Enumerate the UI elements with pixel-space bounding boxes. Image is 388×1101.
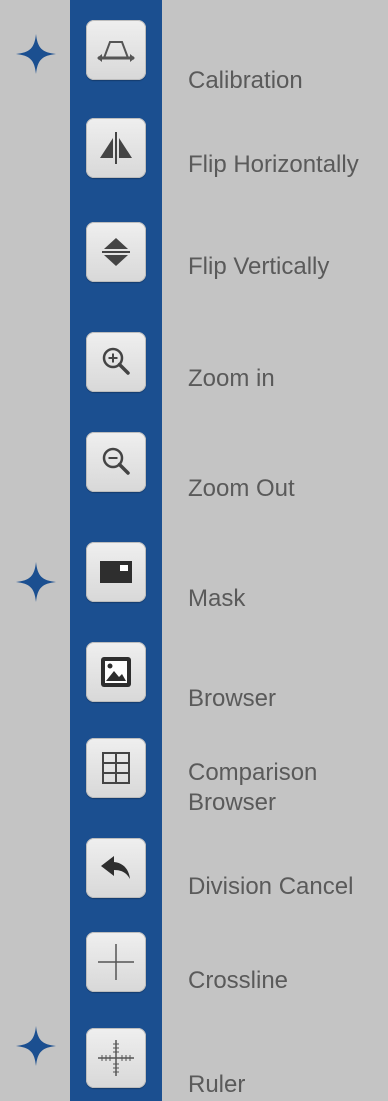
tool-button[interactable] <box>86 542 146 602</box>
calibration-icon <box>94 28 138 72</box>
undo-arrow-icon <box>94 846 138 890</box>
image-browser-icon <box>94 650 138 694</box>
tool-button[interactable] <box>86 932 146 992</box>
tool-row: Crossline <box>0 932 388 1012</box>
tool-button[interactable] <box>86 332 146 392</box>
star-marker-icon <box>14 560 58 604</box>
tool-row: Division Cancel <box>0 838 388 918</box>
tool-button[interactable] <box>86 20 146 80</box>
tool-button[interactable] <box>86 642 146 702</box>
flip-horizontal-icon <box>94 126 138 170</box>
tool-row: Mask <box>0 542 388 622</box>
tool-label: Comparison Browser <box>188 759 318 816</box>
tool-label: Calibration <box>188 67 303 94</box>
tool-row: Zoom in <box>0 322 388 402</box>
tool-row: Browser <box>0 642 388 722</box>
tool-label: Division Cancel <box>188 873 354 900</box>
crossline-icon <box>94 940 138 984</box>
tool-button[interactable] <box>86 1028 146 1088</box>
tool-label: Crossline <box>188 967 289 994</box>
tool-label: Zoom in <box>188 365 275 392</box>
flip-vertical-icon <box>94 230 138 274</box>
tool-label: Flip Vertically <box>188 253 330 280</box>
tool-row: Flip Horizontally <box>0 112 388 192</box>
tool-row: Calibration <box>0 12 388 94</box>
tool-row: Flip Vertically <box>0 222 388 302</box>
tool-button[interactable] <box>86 222 146 282</box>
zoom-out-icon <box>94 440 138 484</box>
tool-label: Flip Horizontally <box>188 151 359 178</box>
mask-icon <box>94 550 138 594</box>
tool-label: Browser <box>188 685 277 712</box>
tool-legend-panel: Calibration Flip Horizontally Flip Vertica… <box>0 0 388 1101</box>
tool-row: Ruler <box>0 1022 388 1101</box>
grid-compare-icon <box>94 746 138 790</box>
star-marker-icon <box>14 32 58 76</box>
tool-button[interactable] <box>86 838 146 898</box>
tool-row: Zoom Out <box>0 432 388 512</box>
tool-label: Zoom Out <box>188 475 295 502</box>
tool-button[interactable] <box>86 432 146 492</box>
tool-button[interactable] <box>86 118 146 178</box>
tool-label: Mask <box>188 585 246 612</box>
tool-label: Ruler <box>188 1071 246 1098</box>
star-marker-icon <box>14 1024 58 1068</box>
ruler-crosshair-icon <box>94 1036 138 1080</box>
zoom-in-icon <box>94 340 138 384</box>
tool-button[interactable] <box>86 738 146 798</box>
tool-row: Comparison Browser <box>0 738 388 818</box>
